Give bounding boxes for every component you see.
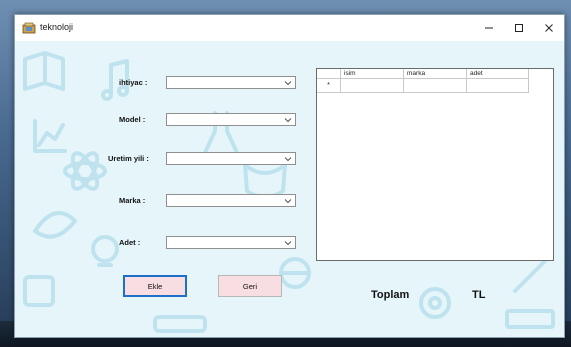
chevron-down-icon [284, 118, 292, 123]
chevron-down-icon [284, 81, 292, 86]
close-button[interactable] [534, 15, 564, 41]
new-row-marker[interactable]: * [317, 79, 341, 93]
maximize-button[interactable] [504, 15, 534, 41]
keyboard-icon [505, 309, 555, 329]
chevron-down-icon [284, 157, 292, 162]
grid-cell-marka[interactable] [404, 79, 467, 93]
label-ihtiyac: ihtiyac : [119, 78, 148, 87]
minimize-icon [485, 27, 493, 29]
close-icon [545, 24, 553, 32]
adet-dropdown[interactable] [166, 236, 296, 249]
label-uretim-yili: Uretim yili : [108, 154, 149, 163]
grid-cell-isim[interactable] [341, 79, 404, 93]
geri-button[interactable]: Geri [218, 275, 282, 297]
ihtiyac-dropdown[interactable] [166, 76, 296, 89]
title-bar: teknoloji [15, 15, 564, 41]
book-icon [23, 51, 65, 91]
marka-dropdown[interactable] [166, 194, 296, 207]
chevron-down-icon [284, 241, 292, 246]
column-header-marka[interactable]: marka [404, 69, 467, 79]
app-icon [22, 22, 36, 34]
currency-label: TL [472, 289, 486, 301]
chart-icon [33, 119, 67, 153]
column-header-isim[interactable]: isim [341, 69, 404, 79]
grid-row-header-corner [317, 69, 341, 79]
column-header-adet[interactable]: adet [467, 69, 529, 79]
calculator-icon [23, 275, 55, 307]
data-grid[interactable]: isim marka adet * [316, 68, 554, 261]
total-label: Toplam [371, 289, 410, 301]
label-adet: Adet : [119, 238, 141, 247]
minimize-button[interactable] [474, 15, 504, 41]
maximize-icon [515, 24, 523, 32]
lightbulb-icon [91, 235, 119, 267]
form-area: ihtiyac : Model : Uretim yili : Marka : … [15, 41, 564, 337]
chevron-down-icon [284, 199, 292, 204]
model-dropdown[interactable] [166, 113, 296, 126]
label-model: Model : [119, 115, 146, 124]
label-marka: Marka : [119, 196, 146, 205]
theater-mask-icon [243, 163, 287, 199]
wrench-icon [513, 259, 547, 293]
atom-icon [63, 151, 107, 191]
uretim-yili-dropdown[interactable] [166, 152, 296, 165]
window-title: teknoloji [40, 22, 74, 32]
grid-cell-adet[interactable] [467, 79, 529, 93]
globe-icon [279, 257, 311, 289]
gear-icon [419, 287, 451, 319]
scroll-icon [153, 315, 207, 333]
app-window: teknoloji ihtiyac: Model: Uretim yili … [14, 14, 565, 338]
ekle-button[interactable]: Ekle [123, 275, 187, 297]
leaf-icon [33, 211, 77, 239]
